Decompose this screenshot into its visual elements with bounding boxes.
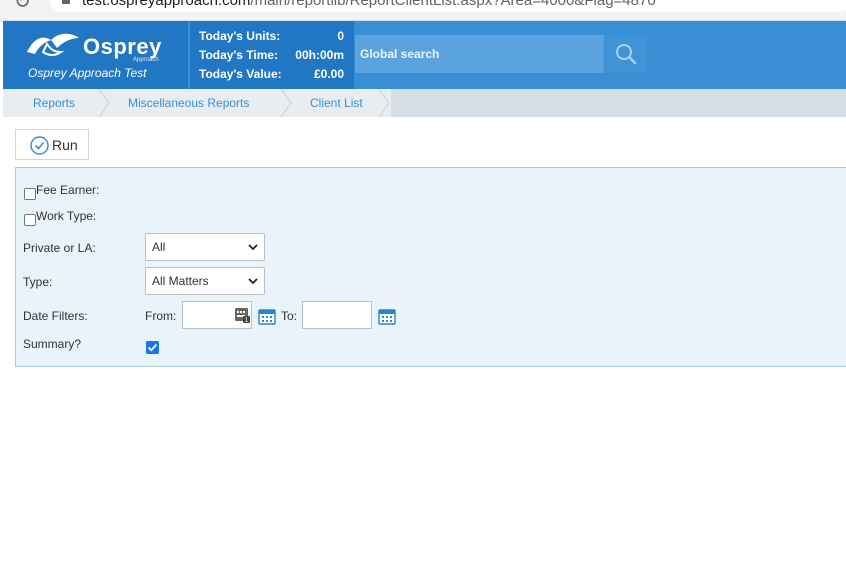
breadcrumb-label[interactable]: Miscellaneous Reports [128,96,249,110]
brand-sub: Approach [133,57,159,63]
private-or-la-label: Private or LA: [23,241,96,255]
search-button[interactable] [605,35,647,73]
site-caption: Osprey Approach Test [28,66,147,80]
select-value: All Matters [152,274,209,288]
fee-earner-label: Fee Earner: [36,183,100,197]
breadcrumb-item-misc-reports[interactable]: Miscellaneous Reports [111,89,293,117]
breadcrumb: Reports Miscellaneous Reports Client Lis… [3,89,846,117]
logo-area[interactable]: Osprey Approach Osprey Approach Test [3,21,188,89]
summary-label: Summary? [23,337,82,351]
stat-units: Today's Units: 0 [190,29,354,48]
type-select[interactable]: All Matters [145,267,265,295]
browser-url-bar: ↻ test.ospreyapproach.com/main/reportlib… [0,0,846,21]
svg-text:1: 1 [245,317,249,324]
stat-label: Today's Time: [199,48,279,62]
report-filter-panel: Fee Earner: Work Type: Private or LA: Al… [15,167,846,367]
select-value: All [152,240,166,254]
run-button[interactable]: Run [15,129,89,160]
stat-label: Today's Value: [199,67,282,81]
stat-value: £0.00 [313,67,344,81]
today-stats: Today's Units: 0 Today's Time: 00h:00m T… [190,21,354,89]
to-date-input[interactable] [302,301,372,329]
global-search-input[interactable] [355,35,604,73]
work-type-label: Work Type: [36,209,97,223]
type-label: Type: [23,275,53,289]
breadcrumb-item-client-list[interactable]: Client List [293,89,391,117]
reload-icon[interactable]: ↻ [14,0,31,12]
run-label: Run [52,137,78,153]
fee-earner-checkbox[interactable] [24,188,36,200]
breadcrumb-item-reports[interactable]: Reports [3,89,111,117]
breadcrumb-separator [379,89,390,117]
check-circle-icon [30,136,49,155]
address-text[interactable]: test.ospreyapproach.com/main/reportlib/R… [82,0,656,10]
breadcrumb-label[interactable]: Client List [310,96,363,110]
to-calendar-icon[interactable] [378,308,396,325]
from-date-input[interactable]: 1 [182,301,252,329]
from-calendar-icon[interactable] [258,308,276,325]
url-path: /main/reportlib/ReportClientList.aspx?Ar… [250,0,656,9]
summary-checkbox[interactable] [146,341,159,354]
stat-label: Today's Units: [199,29,281,43]
stat-value-row: Today's Value: £0.00 [190,67,354,86]
lock-icon [62,0,70,4]
work-type-checkbox[interactable] [24,214,36,226]
from-label: From: [145,309,177,323]
chevron-down-icon [248,278,258,285]
private-or-la-select[interactable]: All [145,233,265,261]
chevron-down-icon [248,244,258,251]
breadcrumb-separator [281,89,292,117]
global-search [355,35,604,73]
search-icon [616,44,637,65]
keyboard-icon: 1 [235,308,250,324]
osprey-bird-icon [27,33,79,56]
breadcrumb-label[interactable]: Reports [33,96,75,110]
stat-value: 00h:00m [295,48,344,62]
url-host: test.ospreyapproach.com [82,0,251,9]
breadcrumb-separator [99,89,110,117]
checkmark-icon [147,343,158,352]
app-header: Osprey Approach Osprey Approach Test Tod… [3,21,846,89]
stat-time: Today's Time: 00h:00m [190,48,354,67]
brand-name: Osprey [83,34,162,59]
stat-value: 0 [337,29,344,43]
to-label: To: [281,309,298,323]
date-filters-label: Date Filters: [23,309,88,323]
